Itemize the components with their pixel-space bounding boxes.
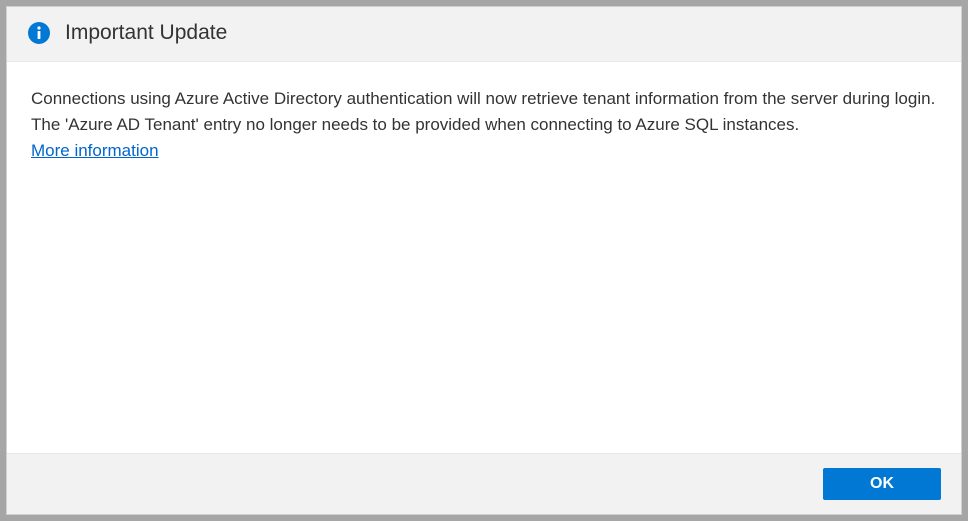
info-icon: [27, 21, 51, 45]
dialog-body: Connections using Azure Active Directory…: [7, 62, 961, 453]
dialog-footer: OK: [7, 453, 961, 514]
ok-button[interactable]: OK: [823, 468, 941, 500]
dialog-header: Important Update: [7, 7, 961, 62]
more-information-link[interactable]: More information: [31, 141, 159, 161]
update-dialog: Important Update Connections using Azure…: [6, 6, 962, 515]
dialog-title: Important Update: [65, 21, 227, 45]
dialog-message: Connections using Azure Active Directory…: [31, 86, 937, 139]
